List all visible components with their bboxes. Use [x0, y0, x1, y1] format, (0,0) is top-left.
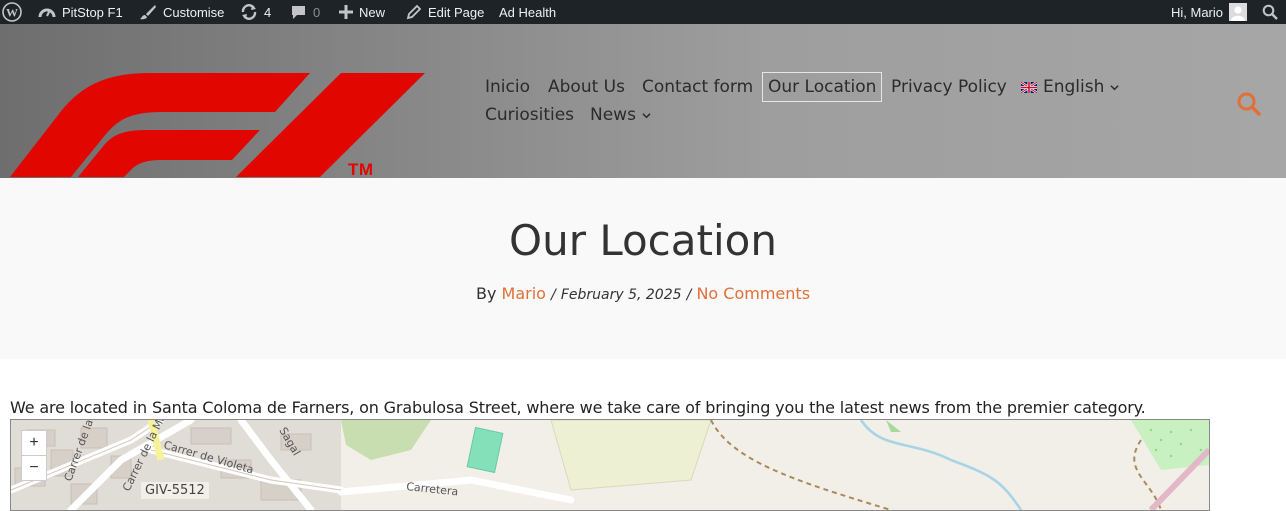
admin-search-button[interactable] [1262, 0, 1278, 24]
meta-separator: / [551, 287, 556, 303]
new-label: New [359, 4, 386, 20]
plus-icon [339, 5, 353, 19]
admin-bar: W PitStop F1 Customise 4 0 New Edit Page… [0, 0, 1286, 24]
site-header: TM Inicio About Us Contact form Our Loca… [0, 24, 1286, 179]
wordpress-logo-button[interactable]: W [2, 0, 22, 24]
avatar-icon [1229, 3, 1248, 21]
intro-paragraph: We are located in Santa Coloma de Farner… [10, 398, 1146, 417]
nav-label: Curiosities [485, 105, 575, 125]
meta-separator: / [686, 287, 692, 303]
nav-item-news[interactable]: News [590, 102, 651, 128]
nav-label: Our Location [768, 77, 877, 97]
map-zoom-out-button[interactable]: − [21, 455, 47, 481]
customise-link[interactable]: Customise [139, 0, 224, 24]
search-icon [1262, 4, 1278, 20]
nav-label: About Us [548, 77, 625, 97]
site-name: PitStop F1 [62, 4, 123, 20]
ad-health-label: Ad Health [499, 4, 557, 20]
dashboard-icon [38, 8, 56, 18]
greeting: Hi, Mario [1171, 4, 1224, 20]
trademark-label: TM [348, 160, 374, 179]
nav-item-inicio[interactable]: Inicio [485, 74, 530, 100]
new-content-link[interactable]: New [339, 0, 385, 24]
chevron-down-icon [1110, 84, 1119, 90]
comment-icon [292, 6, 305, 19]
page-header: Our Location By Mario / February 5, 2025… [0, 178, 1286, 359]
nav-item-about-us[interactable]: About Us [548, 74, 625, 100]
page-title: Our Location [509, 216, 777, 265]
nav-item-privacy-policy[interactable]: Privacy Policy [891, 74, 1007, 100]
updates-count: 4 [264, 4, 272, 20]
uk-flag-icon [1021, 81, 1037, 93]
nav-label: Contact form [642, 77, 754, 97]
nav-item-our-location[interactable]: Our Location [762, 72, 883, 102]
nav-item-contact-form[interactable]: Contact form [642, 74, 753, 100]
nav-label: English [1043, 77, 1105, 97]
author-link[interactable]: Mario [502, 284, 546, 303]
by-label: By [475, 284, 497, 303]
comments-link[interactable]: 0 [290, 0, 320, 24]
site-name-menu[interactable]: PitStop F1 [38, 0, 123, 24]
updates-link[interactable]: 4 [240, 0, 271, 24]
chevron-down-icon [642, 112, 651, 118]
updates-icon [241, 4, 257, 20]
map-road-label: GIV-5512 [141, 482, 209, 499]
f1-logo[interactable]: TM [10, 48, 430, 183]
nav-label: News [590, 105, 636, 125]
svg-text:W: W [6, 6, 18, 20]
comments-count: 0 [313, 4, 321, 20]
location-map[interactable]: Carrer de la Rosa Carrer de Violeta Saga… [10, 419, 1210, 511]
nav-label: Inicio [485, 77, 530, 97]
nav-label: Privacy Policy [891, 77, 1007, 97]
nav-item-language[interactable]: English [1021, 74, 1119, 100]
customise-label: Customise [163, 4, 225, 20]
nav-item-curiosities[interactable]: Curiosities [485, 102, 574, 128]
edit-page-link[interactable]: Edit Page [406, 0, 484, 24]
header-search-button[interactable] [1236, 91, 1262, 117]
comments-link[interactable]: No Comments [696, 284, 810, 303]
map-zoom-in-button[interactable]: + [21, 430, 47, 456]
post-meta: By Mario / February 5, 2025 / No Comment… [0, 284, 1286, 303]
edit-page-label: Edit Page [428, 4, 485, 20]
my-account-menu[interactable]: Hi, Mario [1171, 0, 1248, 24]
wordpress-icon: W [2, 2, 22, 22]
brush-icon [140, 5, 156, 20]
post-date: February 5, 2025 [560, 287, 682, 303]
search-icon [1237, 92, 1261, 116]
ad-health-link[interactable]: Ad Health [499, 0, 556, 24]
pencil-icon [406, 4, 422, 20]
